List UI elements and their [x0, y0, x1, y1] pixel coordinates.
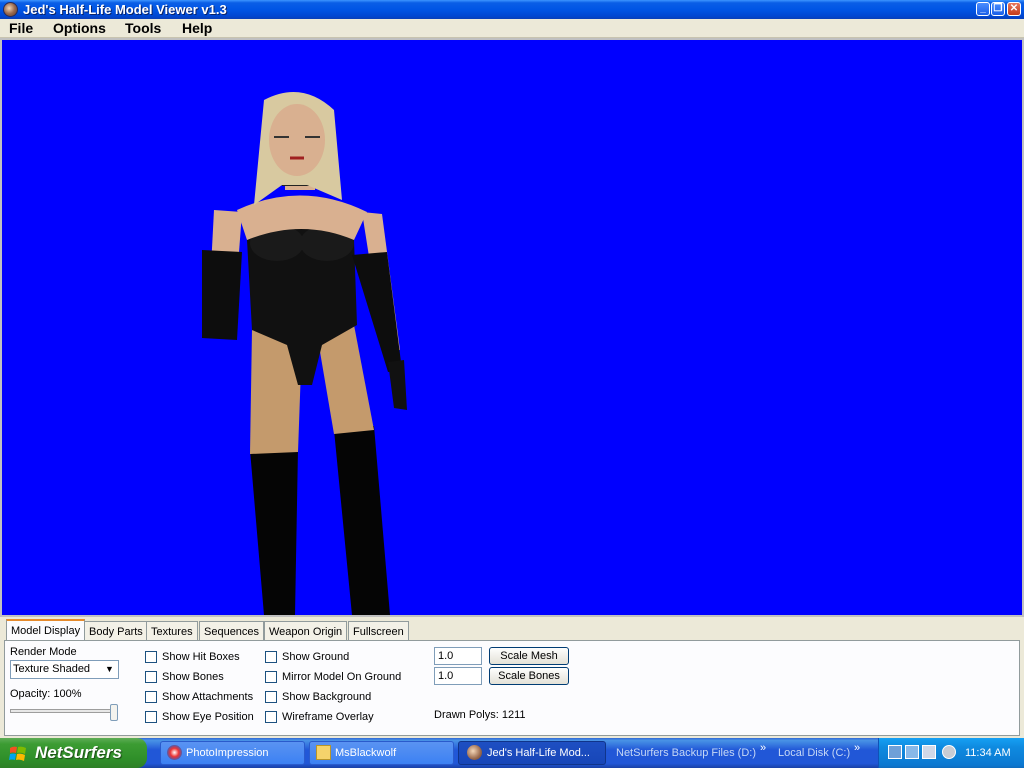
show-bones-checkbox[interactable]: [145, 671, 157, 683]
start-label: NetSurfers: [35, 743, 122, 762]
show-eye-position-label[interactable]: Show Eye Position: [162, 710, 254, 724]
render-mode-value: Texture Shaded: [13, 663, 91, 675]
drawn-polys-readout: Drawn Polys: 1211: [434, 709, 526, 721]
opacity-slider-thumb[interactable]: [110, 704, 118, 721]
show-eye-position-checkbox[interactable]: [145, 711, 157, 723]
volume-icon[interactable]: [942, 745, 956, 759]
scale-bones-input[interactable]: 1.0: [434, 667, 482, 685]
tab-sequences[interactable]: Sequences: [199, 621, 265, 641]
toolbar-chevron-icon[interactable]: »: [760, 741, 766, 755]
show-background-checkbox[interactable]: [265, 691, 277, 703]
scale-mesh-button[interactable]: Scale Mesh: [489, 647, 569, 665]
minimize-button[interactable]: _: [976, 2, 990, 16]
mirror-model-checkbox[interactable]: [265, 671, 277, 683]
show-ground-checkbox[interactable]: [265, 651, 277, 663]
tab-weapon-origin[interactable]: Weapon Origin: [264, 621, 348, 641]
wireframe-overlay-checkbox[interactable]: [265, 711, 277, 723]
menu-tools[interactable]: Tools: [125, 19, 161, 37]
character-model: [202, 92, 407, 615]
show-hit-boxes-label[interactable]: Show Hit Boxes: [162, 650, 240, 664]
clock[interactable]: 11:34 AM: [965, 746, 1011, 760]
show-ground-label[interactable]: Show Ground: [282, 650, 349, 664]
show-attachments-checkbox[interactable]: [145, 691, 157, 703]
menu-options[interactable]: Options: [53, 19, 106, 37]
show-bones-label[interactable]: Show Bones: [162, 670, 224, 684]
menu-file[interactable]: File: [9, 19, 33, 37]
maximize-button[interactable]: ❐: [991, 2, 1005, 16]
tab-model-display[interactable]: Model Display: [6, 619, 86, 641]
toolbar-chevron-icon[interactable]: »: [854, 741, 860, 755]
opacity-label: Opacity: 100%: [10, 688, 82, 700]
show-hit-boxes-checkbox[interactable]: [145, 651, 157, 663]
network-connection-icon[interactable]: [905, 745, 919, 759]
app-icon[interactable]: [3, 2, 18, 17]
folder-icon: [316, 745, 331, 760]
menu-help[interactable]: Help: [182, 19, 212, 37]
tab-textures[interactable]: Textures: [146, 621, 198, 641]
mirror-model-label[interactable]: Mirror Model On Ground: [282, 670, 401, 684]
photoimpression-icon: [167, 745, 182, 760]
close-button[interactable]: ✕: [1007, 2, 1021, 16]
model-viewport[interactable]: [0, 38, 1024, 617]
show-attachments-label[interactable]: Show Attachments: [162, 690, 253, 704]
wireframe-overlay-label[interactable]: Wireframe Overlay: [282, 710, 374, 724]
tab-fullscreen[interactable]: Fullscreen: [348, 621, 409, 641]
scale-mesh-input[interactable]: 1.0: [434, 647, 482, 665]
show-background-label[interactable]: Show Background: [282, 690, 371, 704]
toolbar-backup-files[interactable]: NetSurfers Backup Files (D:): [616, 746, 756, 760]
restore-icon: ❐: [993, 3, 1003, 14]
opacity-slider[interactable]: [10, 709, 118, 713]
computer-icon[interactable]: [922, 745, 936, 759]
chevron-down-icon[interactable]: ▼: [101, 661, 118, 678]
windows-logo-icon: [9, 746, 26, 761]
toolbar-local-disk[interactable]: Local Disk (C:): [778, 746, 850, 760]
minimize-icon: _: [980, 3, 986, 14]
tab-body-parts[interactable]: Body Parts: [84, 621, 148, 641]
network-icon[interactable]: [888, 745, 902, 759]
close-icon: ✕: [1009, 3, 1019, 14]
window-title: Jed's Half-Life Model Viewer v1.3: [23, 2, 227, 17]
scale-bones-button[interactable]: Scale Bones: [489, 667, 569, 685]
render-mode-label: Render Mode: [10, 646, 77, 658]
model-viewer-icon: [467, 745, 482, 760]
